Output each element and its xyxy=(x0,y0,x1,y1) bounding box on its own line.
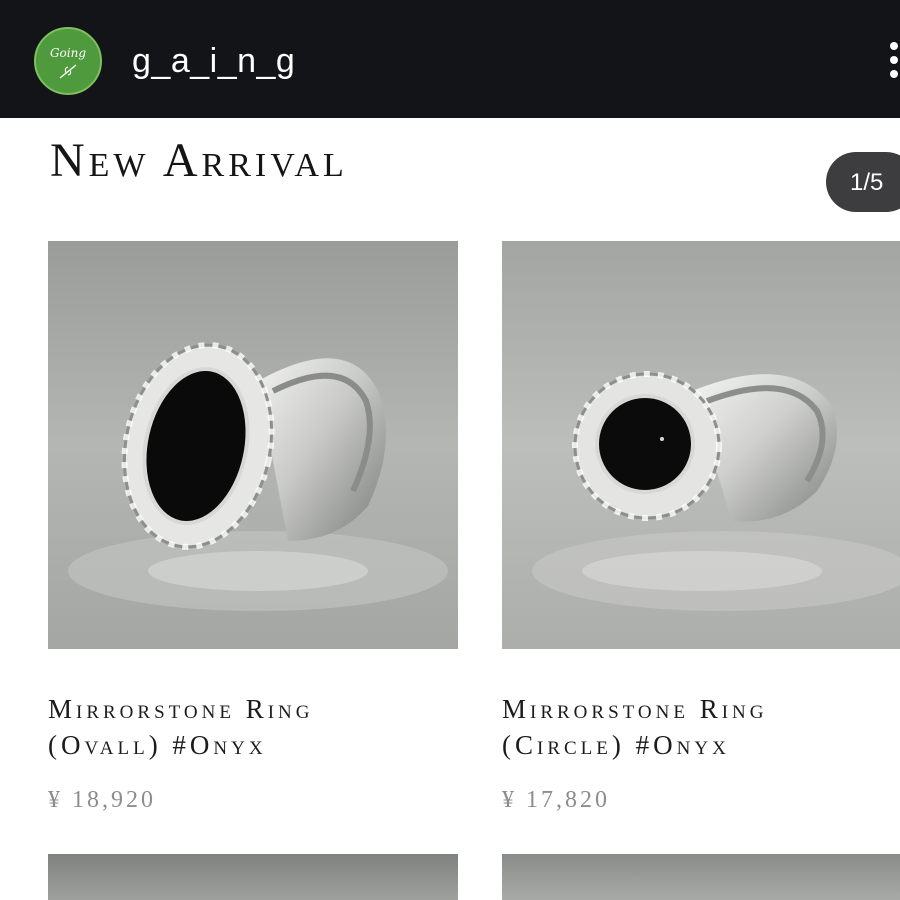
avatar-logo-text: Going xyxy=(49,46,87,60)
product-title-line1: Mirrorstone Ring xyxy=(502,694,768,724)
product-title-line1: Mirrorstone Ring xyxy=(48,694,314,724)
product-image[interactable] xyxy=(502,241,900,649)
product-image[interactable] xyxy=(48,241,458,649)
ring-photo-oval xyxy=(48,241,458,649)
product-title-line2: (Circle) #Onyx xyxy=(502,730,730,760)
profile-avatar[interactable]: Going xyxy=(34,27,102,95)
product-image-next[interactable] xyxy=(502,854,900,900)
product-title[interactable]: Mirrorstone Ring (Ovall) #Onyx xyxy=(48,691,468,763)
product-title[interactable]: Mirrorstone Ring (Circle) #Onyx xyxy=(502,691,900,763)
section-title: New Arrival xyxy=(50,134,348,187)
top-bar: Going g_a_i_n_g xyxy=(0,0,900,118)
product-card[interactable]: Mirrorstone Ring (Circle) #Onyx ¥ 17,820 xyxy=(502,241,900,821)
account-username[interactable]: g_a_i_n_g xyxy=(132,42,295,81)
more-dot xyxy=(890,42,898,50)
product-price: ¥ 17,820 xyxy=(502,787,610,813)
more-dot xyxy=(890,56,898,64)
more-dot xyxy=(890,70,898,78)
product-title-line2: (Ovall) #Onyx xyxy=(48,730,267,760)
more-vertical-icon[interactable] xyxy=(884,40,900,80)
product-image-next[interactable] xyxy=(48,854,458,900)
leaf-icon xyxy=(59,64,77,79)
product-card[interactable]: Mirrorstone Ring (Ovall) #Onyx ¥ 18,920 xyxy=(48,241,468,821)
carousel-counter: 1/5 xyxy=(826,152,900,212)
product-price: ¥ 18,920 xyxy=(48,787,156,813)
ring-photo-circle xyxy=(502,241,900,649)
carousel-counter-text: 1/5 xyxy=(850,169,884,196)
